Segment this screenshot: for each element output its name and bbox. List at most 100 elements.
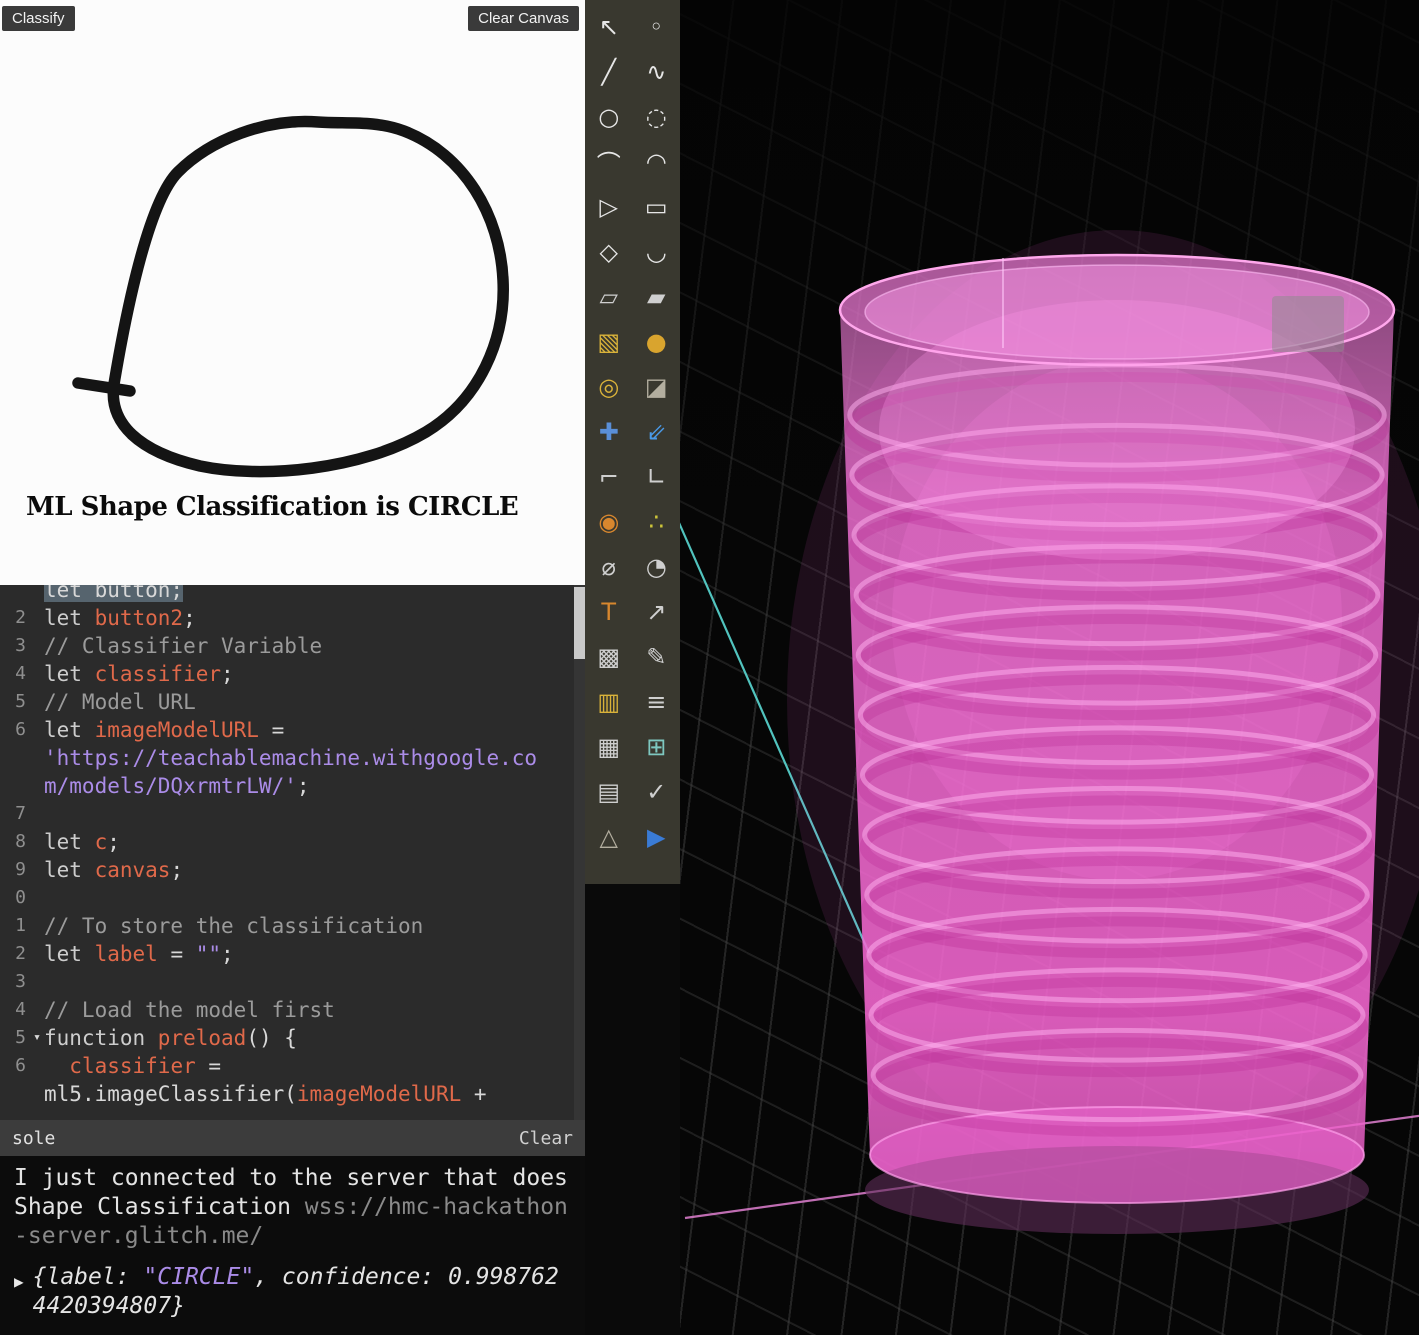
line-number: 4	[15, 999, 26, 1020]
console-result[interactable]: ▶ {label: "CIRCLE", confidence: 0.998762…	[14, 1263, 571, 1321]
line-number: 5	[15, 691, 26, 712]
code-line: 9 let canvas;	[0, 856, 585, 884]
console-log: I just connected to the server that does…	[0, 1156, 585, 1329]
fold-gutter	[30, 828, 44, 856]
cylinder-icon[interactable]: ◎	[585, 364, 633, 409]
circle-points-icon[interactable]: ◌	[633, 94, 681, 139]
line-number: 0	[15, 887, 26, 908]
curve-icon[interactable]: ∿	[633, 49, 681, 94]
code-lines: let button; 2 let button2; 3// Classifier V…	[0, 585, 585, 1108]
classify-button[interactable]: Classify	[2, 6, 75, 31]
polyline-icon[interactable]: ╱	[585, 49, 633, 94]
fold-gutter	[30, 940, 44, 968]
diameter-icon[interactable]: ⌀	[585, 544, 633, 589]
code-line: 6 let imageModelURL =	[0, 716, 585, 744]
editor-scrollbar-thumb[interactable]	[574, 587, 585, 659]
console-title: sole	[12, 1127, 56, 1149]
fold-gutter	[30, 716, 44, 744]
pink-cylinder-object[interactable]	[838, 253, 1396, 1234]
fold-gutter	[30, 660, 44, 688]
fold-gutter	[30, 1080, 44, 1108]
code-line: let button;	[0, 585, 585, 604]
plugin-icon[interactable]: ✚	[585, 409, 633, 454]
closed-polyline-icon[interactable]: ▷	[585, 184, 633, 229]
clear-canvas-button[interactable]: Clear Canvas	[468, 6, 579, 31]
line-number: 4	[15, 663, 26, 684]
console-clear-button[interactable]: Clear	[519, 1128, 573, 1149]
code-line: 1// To store the classification	[0, 912, 585, 940]
code-line: 6 classifier =	[0, 1052, 585, 1080]
shaded-surface-icon[interactable]: ◪	[633, 364, 681, 409]
line-number	[0, 744, 30, 772]
line-number: 8	[15, 831, 26, 852]
polygon-icon[interactable]: ◇	[585, 229, 633, 274]
code-line: 2 let label = "";	[0, 940, 585, 968]
circle-icon[interactable]: ○	[585, 94, 633, 139]
scatter-points-icon[interactable]: ∴	[633, 499, 681, 544]
code-line: 3	[0, 968, 585, 996]
play-icon[interactable]: ▶	[633, 814, 681, 859]
fold-gutter	[30, 856, 44, 884]
protractor-icon[interactable]: ◔	[633, 544, 681, 589]
block-icon[interactable]: ▥	[585, 679, 633, 724]
code-line: ml5.imageClassifier(imageModelURL +	[0, 1080, 585, 1108]
line-number: 5	[15, 1027, 26, 1048]
viewport-scene	[680, 230, 1419, 1234]
fold-gutter	[30, 632, 44, 660]
code-line: m/models/DQxrmtrLW/';	[0, 772, 585, 800]
toolbar: ↖ ◦ ╱ ∿ ○ ◌ ⌒ ◠ ▷ ▭ ◇ ◡ ▱ ▰ ▧ ● ◎ ◪ ✚ ⇙ ⌐ ∟ ◉ ∴ ⌀ ◔ T ↗ ▩ ✎ ▥ ≡ ▦ ⊞ ▤ ✓ △ ▶	[585, 0, 680, 884]
leader-icon[interactable]: ↗	[633, 589, 681, 634]
code-line: 7	[0, 800, 585, 828]
check-icon[interactable]: ✓	[633, 769, 681, 814]
fold-gutter	[30, 1052, 44, 1080]
code-line: 4// Load the model first	[0, 996, 585, 1024]
sphere-icon[interactable]: ●	[633, 319, 681, 364]
line-number: 3	[15, 635, 26, 656]
move-arrow-icon[interactable]: ⇙	[633, 409, 681, 454]
expand-icon[interactable]: ▶	[14, 1263, 24, 1321]
fillet-icon[interactable]: ◡	[633, 229, 681, 274]
clipping-plane-icon[interactable]: ⊞	[633, 724, 681, 769]
fold-gutter	[30, 744, 44, 772]
console-header: sole Clear	[0, 1120, 585, 1156]
prism-icon[interactable]: △	[585, 814, 633, 859]
code-line: 3// Classifier Variable	[0, 632, 585, 660]
code-line: 2 let button2;	[0, 604, 585, 632]
fold-arrow-icon[interactable]: ▾	[30, 1024, 44, 1052]
fold-gutter	[30, 996, 44, 1024]
fold-gutter	[30, 688, 44, 716]
angle-icon[interactable]: ∟	[633, 454, 681, 499]
histogram-icon[interactable]: ≡	[633, 679, 681, 724]
arc-points-icon[interactable]: ◠	[633, 139, 681, 184]
line-number: 2	[15, 943, 26, 964]
select-arrow-icon[interactable]: ↖	[585, 4, 633, 49]
drawing-canvas[interactable]: Classify Clear Canvas ML Shape Classific…	[0, 0, 585, 585]
arc-icon[interactable]: ⌒	[585, 139, 633, 184]
rectangle-icon[interactable]: ▭	[633, 184, 681, 229]
notebook-icon[interactable]: ▤	[585, 769, 633, 814]
code-line: 'https://teachablemachine.withgoogle.co	[0, 744, 585, 772]
draft-icon[interactable]: ✎	[633, 634, 681, 679]
console-message: I just connected to the server that does…	[14, 1165, 582, 1249]
fold-gutter	[30, 968, 44, 996]
drawn-circle	[107, 115, 509, 478]
fold-gutter	[30, 912, 44, 940]
box-icon[interactable]: ▧	[585, 319, 633, 364]
point-icon[interactable]: ◦	[633, 4, 681, 49]
code-editor[interactable]: let button; 2 let button2; 3// Classifier V…	[0, 585, 585, 1120]
blend-icon[interactable]: ◉	[585, 499, 633, 544]
toolbar-strip: ↖ ◦ ╱ ∿ ○ ◌ ⌒ ◠ ▷ ▭ ◇ ◡ ▱ ▰ ▧ ● ◎ ◪ ✚ ⇙ ⌐ ∟ ◉ ∴ ⌀ ◔ T ↗ ▩ ✎ ▥ ≡ ▦ ⊞ ▤ ✓ △ ▶	[585, 0, 680, 1335]
line-number: 6	[15, 1055, 26, 1076]
bend-icon[interactable]: ⌐	[585, 454, 633, 499]
viewport-3d[interactable]	[680, 0, 1419, 1335]
surface-corner-icon[interactable]: ▰	[633, 274, 681, 319]
line-number: 1	[15, 915, 26, 936]
fold-gutter	[30, 604, 44, 632]
code-line: 5// Model URL	[0, 688, 585, 716]
grid-icon[interactable]: ▦	[585, 724, 633, 769]
line-number: 7	[15, 803, 26, 824]
text-icon[interactable]: T	[585, 589, 633, 634]
editor-scrollbar-track[interactable]	[574, 585, 585, 1120]
hatch-icon[interactable]: ▩	[585, 634, 633, 679]
surface-icon[interactable]: ▱	[585, 274, 633, 319]
